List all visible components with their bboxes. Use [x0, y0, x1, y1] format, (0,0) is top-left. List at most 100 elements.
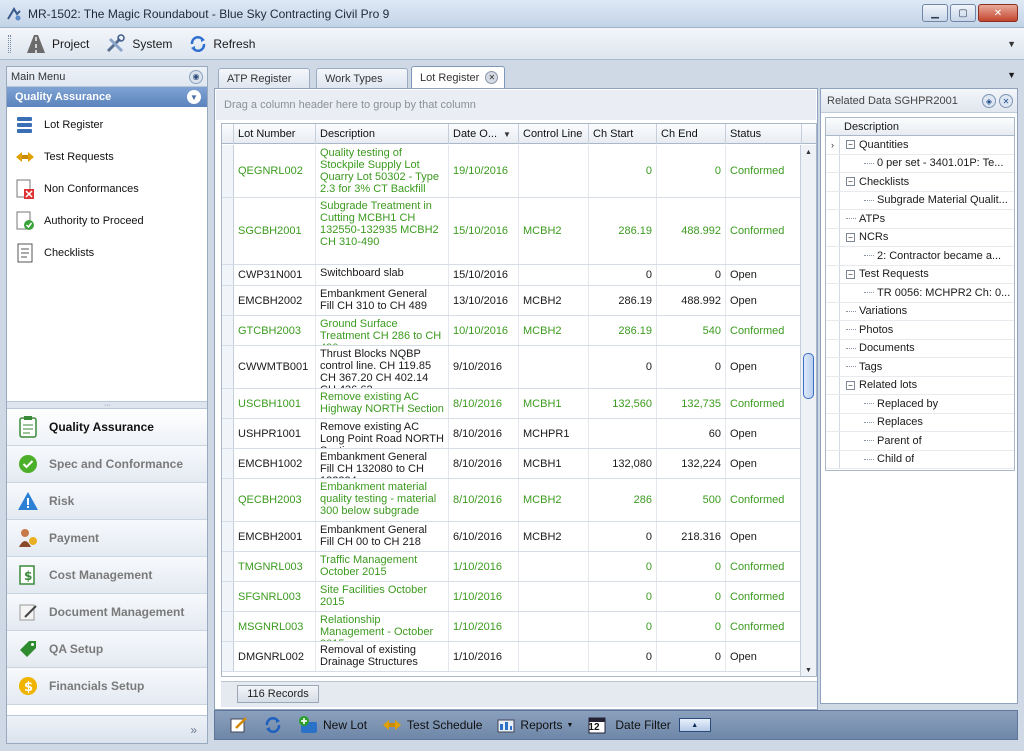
cell-ch-start[interactable]: 0 [589, 145, 657, 197]
table-row[interactable]: EMCBH1002 Embankment General Fill CH 1320… [222, 449, 802, 479]
tree-node[interactable]: Photos [826, 321, 1014, 340]
cell-ch-end[interactable]: 0 [657, 265, 726, 285]
cell-status[interactable]: Open [726, 265, 802, 285]
cell-status[interactable]: Conformed [726, 145, 802, 197]
cell-date[interactable]: 8/10/2016 [449, 479, 519, 521]
tree-node[interactable]: Replaces [826, 413, 1014, 432]
tree-node[interactable]: ATPs [826, 210, 1014, 229]
cell-control-line[interactable] [519, 346, 589, 388]
nav-spec-and-conformance[interactable]: Spec and Conformance [7, 446, 207, 483]
row-indicator[interactable] [222, 389, 234, 418]
cell-control-line[interactable]: MCBH2 [519, 522, 589, 551]
cell-ch-end[interactable]: 0 [657, 612, 726, 641]
cell-ch-end[interactable]: 218.316 [657, 522, 726, 551]
row-indicator[interactable] [222, 316, 234, 345]
row-indicator[interactable] [222, 419, 234, 448]
cell-ch-start[interactable]: 286 [589, 479, 657, 521]
cell-ch-end[interactable]: 60 [657, 419, 726, 448]
tab-list-dropdown-icon[interactable]: ▼ [1007, 70, 1016, 80]
cell-status[interactable]: Open [726, 449, 802, 478]
table-row[interactable]: QECBH2003 Embankment material quality tes… [222, 479, 802, 522]
column-header-control-line[interactable]: Control Line [519, 124, 589, 144]
scrollbar-thumb[interactable] [803, 353, 814, 399]
cell-control-line[interactable] [519, 642, 589, 671]
cell-description[interactable]: Ground Surface Treatment CH 286 to CH 49… [316, 316, 449, 345]
cell-date[interactable]: 13/10/2016 [449, 286, 519, 315]
cell-description[interactable]: Remove existing AC Highway NORTH Section [316, 389, 449, 418]
cell-status[interactable]: Conformed [726, 582, 802, 611]
nav-quality-assurance[interactable]: Quality Assurance [7, 409, 207, 446]
cell-control-line[interactable]: MCHPR1 [519, 419, 589, 448]
cell-description[interactable]: Site Facilities October 2015 [316, 582, 449, 611]
cell-control-line[interactable] [519, 612, 589, 641]
cell-description[interactable]: Quality testing of Stockpile Supply Lot … [316, 145, 449, 197]
minimize-button[interactable]: ▁ [922, 4, 948, 22]
row-indicator[interactable] [222, 479, 234, 521]
bottom-refresh-button[interactable] [257, 713, 289, 737]
date-filter-toggle-icon[interactable]: ▲ [678, 718, 711, 732]
cell-lot-number[interactable]: CWWMTB001 [234, 346, 316, 388]
row-indicator[interactable] [222, 552, 234, 581]
column-header-description[interactable]: Description [316, 124, 449, 144]
toolbar-overflow-icon[interactable]: ▼ [1007, 39, 1016, 49]
cell-description[interactable]: Removal of existing Drainage Structures [316, 642, 449, 671]
cell-status[interactable]: Open [726, 419, 802, 448]
tree-node[interactable]: Tags [826, 358, 1014, 377]
cell-lot-number[interactable]: GTCBH2003 [234, 316, 316, 345]
cell-ch-start[interactable]: 132,560 [589, 389, 657, 418]
cell-date[interactable]: 8/10/2016 [449, 449, 519, 478]
tree-node[interactable]: 0 per set - 3401.01P: Te... [826, 154, 1014, 173]
cell-ch-start[interactable]: 0 [589, 522, 657, 551]
cell-description[interactable]: Embankment General Fill CH 132080 to CH … [316, 449, 449, 478]
cell-description[interactable]: Traffic Management October 2015 [316, 552, 449, 581]
cell-lot-number[interactable]: SFGNRL003 [234, 582, 316, 611]
table-row[interactable]: MSGNRL003 Relationship Management - Octob… [222, 612, 802, 642]
menu-item-authority-to-proceed[interactable]: Authority to Proceed [7, 205, 207, 237]
nav-risk[interactable]: Risk [7, 483, 207, 520]
cell-lot-number[interactable]: EMCBH2001 [234, 522, 316, 551]
tab-work-types[interactable]: Work Types [316, 68, 408, 88]
cell-date[interactable]: 8/10/2016 [449, 419, 519, 448]
table-row[interactable]: USCBH1001 Remove existing AC Highway NORT… [222, 389, 802, 419]
cell-ch-end[interactable]: 0 [657, 346, 726, 388]
collapse-icon[interactable]: − [846, 380, 855, 390]
date-filter-button[interactable]: 12 Date Filter ▲ [581, 713, 716, 737]
row-indicator[interactable] [222, 286, 234, 315]
cell-status[interactable]: Open [726, 346, 802, 388]
cell-ch-start[interactable]: 286.19 [589, 316, 657, 345]
tree-node[interactable]: TR 0056: MCHPR2 Ch: 0... [826, 284, 1014, 303]
row-indicator[interactable] [222, 642, 234, 671]
table-row[interactable]: GTCBH2003 Ground Surface Treatment CH 286… [222, 316, 802, 346]
cell-status[interactable]: Open [726, 642, 802, 671]
row-indicator[interactable] [222, 198, 234, 264]
cell-date[interactable]: 1/10/2016 [449, 582, 519, 611]
menu-item-non-conformances[interactable]: Non Conformances [7, 173, 207, 205]
cell-description[interactable]: Thrust Blocks NQBP control line. CH 119.… [316, 346, 449, 388]
nav-overflow-bar[interactable]: » [7, 715, 207, 743]
table-row[interactable]: CWP31N001 Switchboard slab 15/10/2016 0 0 Ope… [222, 265, 802, 286]
cell-ch-end[interactable]: 488.992 [657, 198, 726, 264]
row-indicator[interactable] [222, 346, 234, 388]
cell-control-line[interactable]: MCBH2 [519, 198, 589, 264]
cell-ch-end[interactable]: 0 [657, 552, 726, 581]
toolbar-grip[interactable] [8, 34, 11, 53]
reports-button[interactable]: Reports ▼ [490, 713, 579, 737]
system-button[interactable]: System [97, 31, 180, 57]
cell-control-line[interactable]: MCBH2 [519, 286, 589, 315]
row-indicator[interactable] [222, 582, 234, 611]
cell-ch-start[interactable]: 286.19 [589, 198, 657, 264]
cell-ch-start[interactable] [589, 419, 657, 448]
column-header-date[interactable]: Date O... ▼ [449, 124, 519, 144]
nav-more-button[interactable]: » [190, 723, 197, 737]
cell-status[interactable]: Conformed [726, 198, 802, 264]
cell-date[interactable]: 15/10/2016 [449, 265, 519, 285]
cell-description[interactable]: Switchboard slab [316, 265, 449, 285]
cell-description[interactable]: Remove existing AC Long Point Road NORTH… [316, 419, 449, 448]
cell-lot-number[interactable]: USHPR1001 [234, 419, 316, 448]
row-indicator[interactable] [222, 145, 234, 197]
nav-financials-setup[interactable]: $ Financials Setup [7, 668, 207, 705]
collapse-icon[interactable]: − [846, 140, 855, 150]
table-row[interactable]: DMGNRL002 Removal of existing Drainage St… [222, 642, 802, 672]
cell-date[interactable]: 10/10/2016 [449, 316, 519, 345]
cell-lot-number[interactable]: MSGNRL003 [234, 612, 316, 641]
